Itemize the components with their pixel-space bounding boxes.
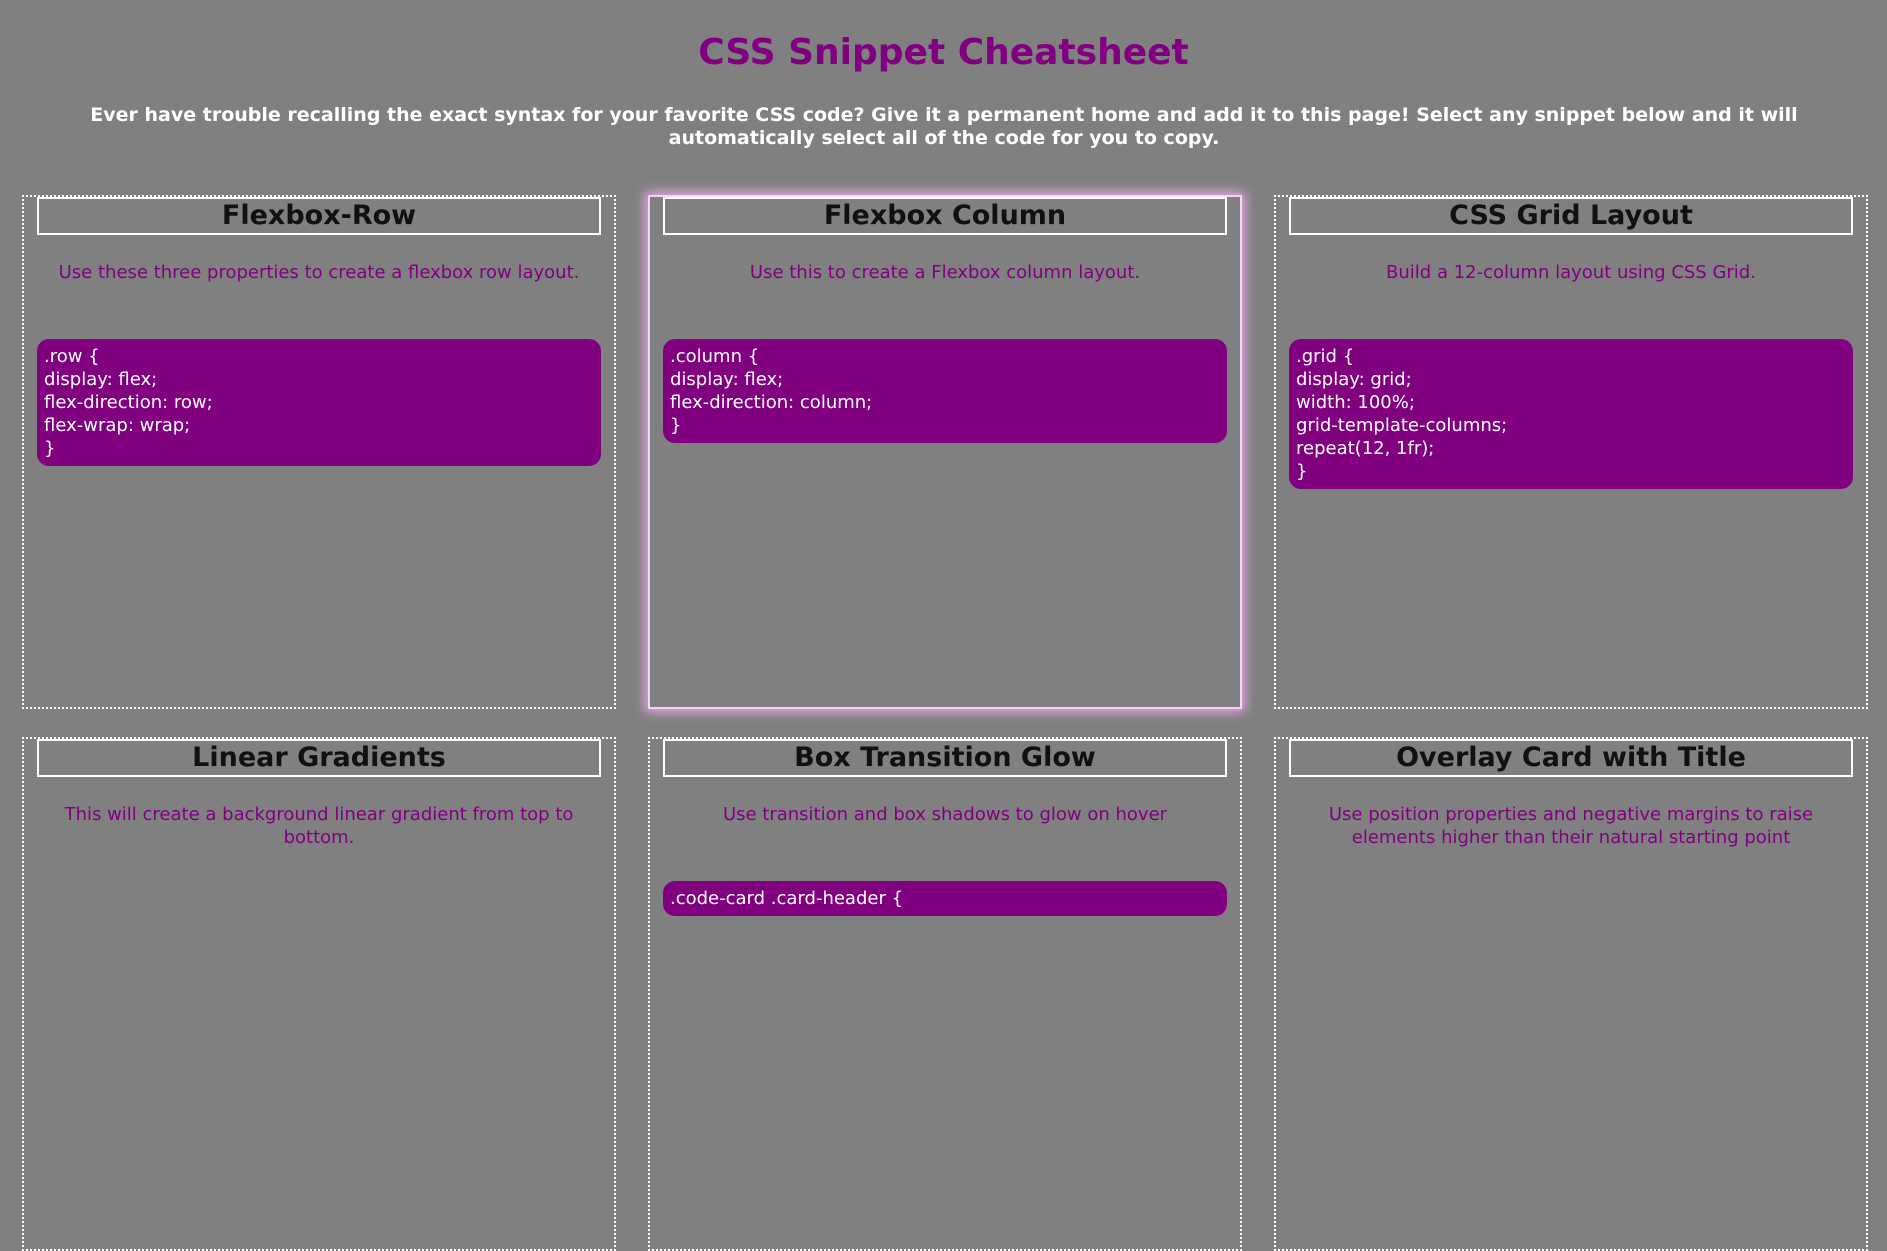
card-description: Build a 12-column layout using CSS Grid. — [1386, 262, 1756, 283]
card-description: Use position properties and negative mar… — [1328, 804, 1814, 848]
card-title: Flexbox Column — [663, 197, 1227, 235]
card-title: Linear Gradients — [37, 739, 601, 777]
snippet-card-flexbox-row: Flexbox-Row Use these three properties t… — [22, 195, 616, 709]
snippet-card-linear-gradients: Linear Gradients This will create a back… — [22, 737, 616, 1251]
code-snippet[interactable]: .grid { display: grid; width: 100%; grid… — [1289, 339, 1853, 489]
snippet-card-css-grid: CSS Grid Layout Build a 12-column layout… — [1274, 195, 1868, 709]
code-snippet[interactable]: .column { display: flex; flex-direction:… — [663, 339, 1227, 443]
card-title: CSS Grid Layout — [1289, 197, 1853, 235]
snippet-grid: Flexbox-Row Use these three properties t… — [22, 195, 1868, 1251]
card-description: Use these three properties to create a f… — [58, 262, 580, 283]
snippet-card-box-transition-glow: Box Transition Glow Use transition and b… — [648, 737, 1242, 1251]
card-description: Use transition and box shadows to glow o… — [722, 804, 1168, 825]
card-description: Use this to create a Flexbox column layo… — [749, 262, 1141, 283]
snippet-card-overlay-card: Overlay Card with Title Use position pro… — [1274, 737, 1868, 1251]
page-title: CSS Snippet Cheatsheet — [698, 32, 1189, 73]
card-title: Flexbox-Row — [37, 197, 601, 235]
card-description: This will create a background linear gra… — [64, 804, 574, 848]
code-snippet[interactable]: .row { display: flex; flex-direction: ro… — [37, 339, 601, 466]
card-title: Box Transition Glow — [663, 739, 1227, 777]
snippet-card-flexbox-column: Flexbox Column Use this to create a Flex… — [648, 195, 1242, 709]
intro-text: Ever have trouble recalling the exact sy… — [90, 104, 1798, 149]
code-snippet[interactable]: .code-card .card-header { — [663, 881, 1227, 916]
card-title: Overlay Card with Title — [1289, 739, 1853, 777]
